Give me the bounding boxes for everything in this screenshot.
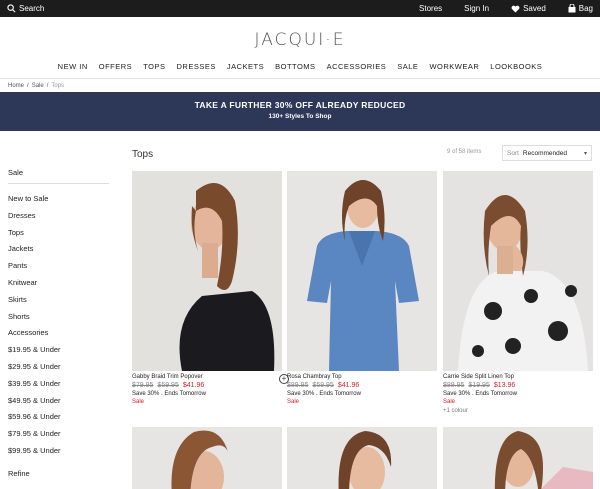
sidebar-item[interactable]: $79.95 & Under — [8, 429, 118, 446]
product-prices: $89.95 $19.95 $13.96 — [443, 382, 593, 389]
previous-price: $19.95 — [468, 382, 490, 389]
product-image[interactable] — [443, 427, 593, 489]
sidebar-item[interactable]: $59.96 & Under — [8, 412, 118, 429]
product-listing: Tops 9 of 58 items Sort Recommended ▾ Ga… — [118, 131, 600, 489]
sort-label: Sort — [507, 149, 519, 157]
colour-count[interactable]: +1 colour — [443, 408, 593, 414]
product-card[interactable]: Carrie Side Split Linen Top $89.95 $19.9… — [443, 171, 593, 414]
sidebar-item[interactable]: $29.95 & Under — [8, 362, 118, 379]
nav-dresses[interactable]: DRESSES — [176, 62, 215, 74]
search-label: Search — [19, 4, 45, 13]
product-image[interactable] — [287, 427, 437, 489]
sidebar-item[interactable]: Pants — [8, 261, 118, 278]
product-card[interactable]: Gabby Braid Trim Popover $79.95 $59.95 $… — [132, 171, 289, 405]
nav-workwear[interactable]: WORKWEAR — [429, 62, 479, 74]
breadcrumb-current: Tops — [51, 83, 65, 89]
product-card[interactable]: Rosa Chambray Top $89.95 $59.95 $41.96 S… — [287, 171, 437, 405]
breadcrumb: Home / Sale / Tops — [8, 83, 65, 89]
bag-icon — [568, 4, 576, 13]
sidebar-item[interactable]: Knitwear — [8, 278, 118, 295]
sidebar-item[interactable]: Jackets — [8, 244, 118, 261]
search-button[interactable]: Search — [7, 4, 44, 13]
sidebar-item[interactable]: New to Sale — [8, 194, 118, 211]
search-icon — [7, 4, 16, 13]
bag-link[interactable]: Bag — [568, 4, 593, 13]
original-price: $89.95 — [443, 382, 465, 389]
saved-link[interactable]: Saved — [511, 4, 546, 13]
current-price: $13.96 — [493, 382, 516, 389]
promo-text: Save 30% . Ends Tomorrow — [132, 391, 206, 397]
previous-price: $59.95 — [312, 382, 334, 389]
sidebar-item[interactable]: Tops — [8, 228, 118, 245]
product-card[interactable] — [443, 427, 593, 489]
sale-badge: Sale — [287, 399, 300, 405]
sidebar-item[interactable]: Accessories — [8, 328, 118, 345]
promo-text: Save 30% . Ends Tomorrow — [287, 391, 361, 397]
nav-lookbooks[interactable]: LOOKBOOKS — [490, 62, 542, 74]
product-image[interactable] — [132, 427, 282, 489]
model-photo — [494, 431, 593, 489]
nav-bottoms[interactable]: BOTTOMS — [275, 62, 315, 74]
sidebar-item[interactable]: $99.95 & Under — [8, 446, 118, 463]
promo-banner[interactable]: TAKE A FURTHER 30% OFF ALREADY REDUCED 1… — [0, 92, 600, 131]
model-photo — [307, 180, 419, 371]
sidebar-heading: Sale — [8, 168, 24, 177]
product-card[interactable] — [287, 427, 437, 489]
product-card[interactable] — [132, 427, 282, 489]
current-price: $41.96 — [182, 382, 205, 389]
top-utility-bar: Search Stores Sign In Saved Bag — [0, 0, 600, 17]
nav-accessories[interactable]: ACCESSORIES — [327, 62, 387, 74]
sort-select[interactable]: Sort Recommended ▾ — [502, 145, 592, 161]
nav-jackets[interactable]: JACKETS — [227, 62, 264, 74]
breadcrumb-home[interactable]: Home — [8, 83, 24, 89]
product-image[interactable] — [132, 171, 282, 371]
sidebar-item[interactable]: Skirts — [8, 295, 118, 312]
sidebar-filters: Sale New to Sale Dresses Tops Jackets Pa… — [0, 131, 118, 478]
product-name[interactable]: Gabby Braid Trim Popover — [132, 374, 282, 380]
chevron-down-icon: ▾ — [583, 150, 587, 157]
sidebar-divider — [8, 183, 109, 184]
model-photo — [458, 195, 588, 371]
stores-link[interactable]: Stores — [419, 4, 442, 13]
nav-tops[interactable]: TOPS — [143, 62, 165, 74]
product-name[interactable]: Rosa Chambray Top — [287, 374, 437, 380]
main-nav: NEW IN OFFERS TOPS DRESSES JACKETS BOTTO… — [0, 62, 600, 74]
promo-banner-title: TAKE A FURTHER 30% OFF ALREADY REDUCED — [194, 100, 406, 110]
model-photo — [171, 430, 228, 489]
product-image[interactable] — [287, 171, 437, 371]
product-image[interactable] — [443, 171, 593, 371]
brand-logo[interactable]: JACQUI·E — [0, 30, 600, 50]
model-photo — [179, 183, 275, 371]
refine-heading[interactable]: Refine — [8, 469, 118, 478]
saved-label: Saved — [523, 4, 546, 13]
item-count: 9 of 58 items — [447, 149, 482, 155]
product-prices: $79.95 $59.95 $41.96 — [132, 382, 282, 389]
previous-price: $59.95 — [157, 382, 179, 389]
bag-label: Bag — [578, 4, 593, 13]
product-prices: $89.95 $59.95 $41.96 — [287, 382, 437, 389]
nav-new-in[interactable]: NEW IN — [58, 62, 88, 74]
sidebar-item[interactable]: Dresses — [8, 211, 118, 228]
sign-in-link[interactable]: Sign In — [464, 4, 489, 13]
original-price: $89.95 — [287, 382, 309, 389]
heart-icon — [511, 5, 520, 13]
sale-badge: Sale — [443, 399, 456, 405]
breadcrumb-sale[interactable]: Sale — [32, 83, 44, 89]
sidebar-item[interactable]: $39.95 & Under — [8, 379, 118, 396]
sort-value: Recommended — [522, 149, 567, 157]
sidebar-item[interactable]: Shorts — [8, 312, 118, 329]
promo-banner-subtitle: 130+ Styles To Shop — [268, 113, 332, 120]
sidebar-item[interactable]: $19.95 & Under — [8, 345, 118, 362]
product-name[interactable]: Carrie Side Split Linen Top — [443, 374, 593, 380]
page-title: Tops — [132, 149, 154, 160]
nav-sale[interactable]: SALE — [397, 62, 418, 74]
model-photo — [338, 431, 392, 489]
sidebar-item[interactable]: $49.95 & Under — [8, 396, 118, 413]
promo-text: Save 30% . Ends Tomorrow — [443, 391, 517, 397]
nav-offers[interactable]: OFFERS — [99, 62, 132, 74]
sale-badge: Sale — [132, 399, 145, 405]
original-price: $79.95 — [132, 382, 154, 389]
current-price: $41.96 — [337, 382, 360, 389]
